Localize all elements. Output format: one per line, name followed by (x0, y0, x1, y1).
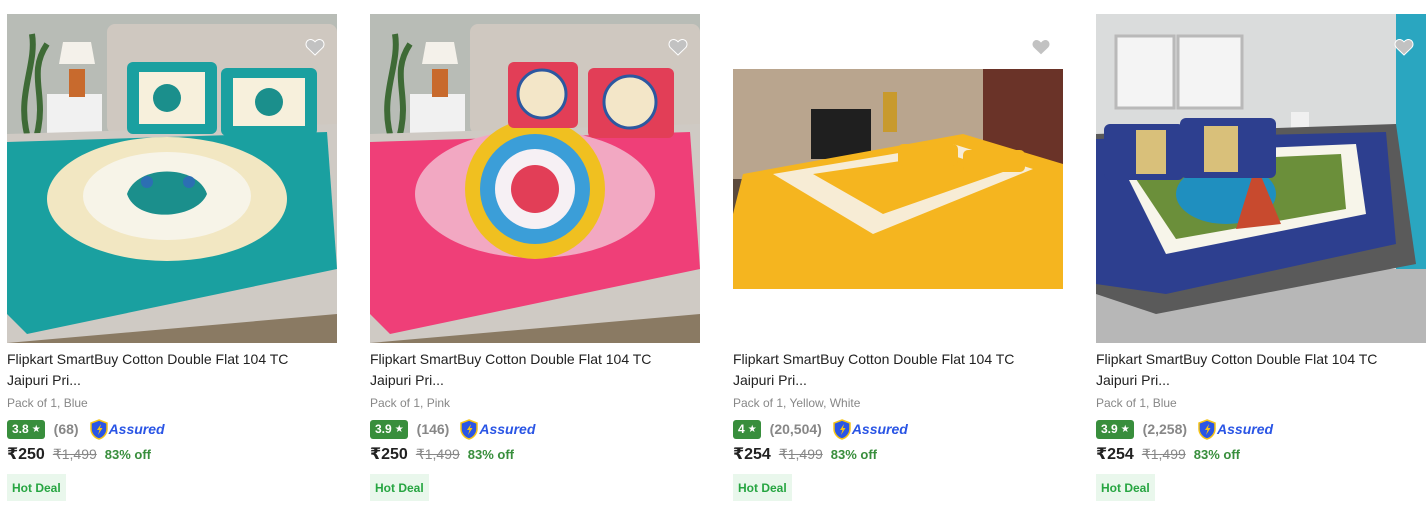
assured-shield-icon (460, 418, 479, 440)
original-price: ₹1,499 (778, 446, 823, 462)
assured-label: Assured (108, 421, 165, 437)
product-card[interactable]: Flipkart SmartBuy Cotton Double Flat 104… (7, 0, 337, 528)
product-title[interactable]: Flipkart SmartBuy Cotton Double Flat 104… (1096, 349, 1416, 391)
discount: 83% off (104, 447, 152, 462)
star-icon: ★ (747, 423, 757, 435)
product-image[interactable] (733, 14, 1063, 343)
star-icon: ★ (394, 423, 404, 435)
price: ₹250 (7, 446, 45, 463)
product-title[interactable]: Flipkart SmartBuy Cotton Double Flat 104… (733, 349, 1053, 391)
rating-row: 3.9 ★ (2,258) Assured (1096, 418, 1273, 440)
discount: 83% off (467, 447, 515, 462)
product-image[interactable] (7, 14, 337, 343)
price: ₹254 (733, 446, 771, 463)
star-icon: ★ (1120, 423, 1130, 435)
product-title-line2: Jaipuri Pri... (370, 372, 444, 388)
rating-badge: 4 ★ (733, 419, 761, 439)
original-price: ₹1,499 (1141, 446, 1186, 462)
product-title-line2: Jaipuri Pri... (733, 372, 807, 388)
rating-row: 3.8 ★ (68) Assured (7, 418, 165, 440)
heart-icon[interactable] (305, 38, 325, 56)
product-title-line1: Flipkart SmartBuy Cotton Double Flat 104… (1096, 351, 1378, 367)
star-icon: ★ (31, 423, 41, 435)
original-price: ₹1,499 (415, 446, 460, 462)
rating-value: 3.9 (1101, 422, 1118, 436)
product-card[interactable]: Flipkart SmartBuy Cotton Double Flat 104… (1096, 0, 1426, 528)
assured-badge: Assured (833, 418, 908, 440)
rating-row: 4 ★ (20,504) Assured (733, 418, 908, 440)
price-row: ₹250 ₹1,499 83% off (7, 444, 151, 464)
rating-value: 4 (738, 422, 745, 436)
price: ₹250 (370, 446, 408, 463)
rating-value: 3.9 (375, 422, 392, 436)
rating-value: 3.8 (12, 422, 29, 436)
product-variant: Pack of 1, Yellow, White (733, 396, 861, 410)
assured-label: Assured (851, 421, 908, 437)
product-title[interactable]: Flipkart SmartBuy Cotton Double Flat 104… (7, 349, 327, 391)
hot-deal-tag: Hot Deal (370, 474, 429, 501)
product-title-line1: Flipkart SmartBuy Cotton Double Flat 104… (733, 351, 1015, 367)
assured-badge: Assured (1198, 418, 1274, 440)
assured-badge: Assured (89, 418, 165, 440)
price-row: ₹250 ₹1,499 83% off (370, 444, 514, 464)
heart-icon[interactable] (1394, 38, 1414, 56)
product-variant: Pack of 1, Blue (7, 396, 88, 410)
assured-badge: Assured (460, 418, 536, 440)
hot-deal-tag: Hot Deal (1096, 474, 1155, 501)
assured-shield-icon (833, 418, 851, 440)
heart-icon[interactable] (668, 38, 688, 56)
assured-label: Assured (1217, 421, 1274, 437)
rating-row: 3.9 ★ (146) Assured (370, 418, 535, 440)
product-image[interactable] (1096, 14, 1426, 343)
hot-deal-tag: Hot Deal (733, 474, 792, 501)
product-variant: Pack of 1, Pink (370, 396, 451, 410)
price: ₹254 (1096, 446, 1134, 463)
rating-badge: 3.9 ★ (1096, 419, 1134, 439)
price-row: ₹254 ₹1,499 83% off (1096, 444, 1240, 464)
assured-label: Assured (479, 421, 536, 437)
assured-shield-icon (89, 418, 108, 440)
rating-badge: 3.9 ★ (370, 419, 408, 439)
product-title-line2: Jaipuri Pri... (7, 372, 81, 388)
rating-count: (146) (416, 421, 450, 437)
product-card[interactable]: Flipkart SmartBuy Cotton Double Flat 104… (370, 0, 700, 528)
rating-count: (68) (53, 421, 79, 437)
original-price: ₹1,499 (52, 446, 97, 462)
price-row: ₹254 ₹1,499 83% off (733, 444, 877, 464)
rating-badge: 3.8 ★ (7, 419, 45, 439)
discount: 83% off (1193, 447, 1241, 462)
product-image[interactable] (370, 14, 700, 343)
product-title-line1: Flipkart SmartBuy Cotton Double Flat 104… (7, 351, 289, 367)
hot-deal-tag: Hot Deal (7, 474, 66, 501)
product-card[interactable]: Flipkart SmartBuy Cotton Double Flat 104… (733, 0, 1063, 528)
assured-shield-icon (1198, 418, 1216, 440)
product-title-line1: Flipkart SmartBuy Cotton Double Flat 104… (370, 351, 652, 367)
heart-icon[interactable] (1031, 38, 1051, 56)
product-title-line2: Jaipuri Pri... (1096, 372, 1170, 388)
rating-count: (2,258) (1142, 421, 1188, 437)
discount: 83% off (830, 447, 878, 462)
rating-count: (20,504) (769, 421, 822, 437)
product-variant: Pack of 1, Blue (1096, 396, 1177, 410)
product-title[interactable]: Flipkart SmartBuy Cotton Double Flat 104… (370, 349, 690, 391)
